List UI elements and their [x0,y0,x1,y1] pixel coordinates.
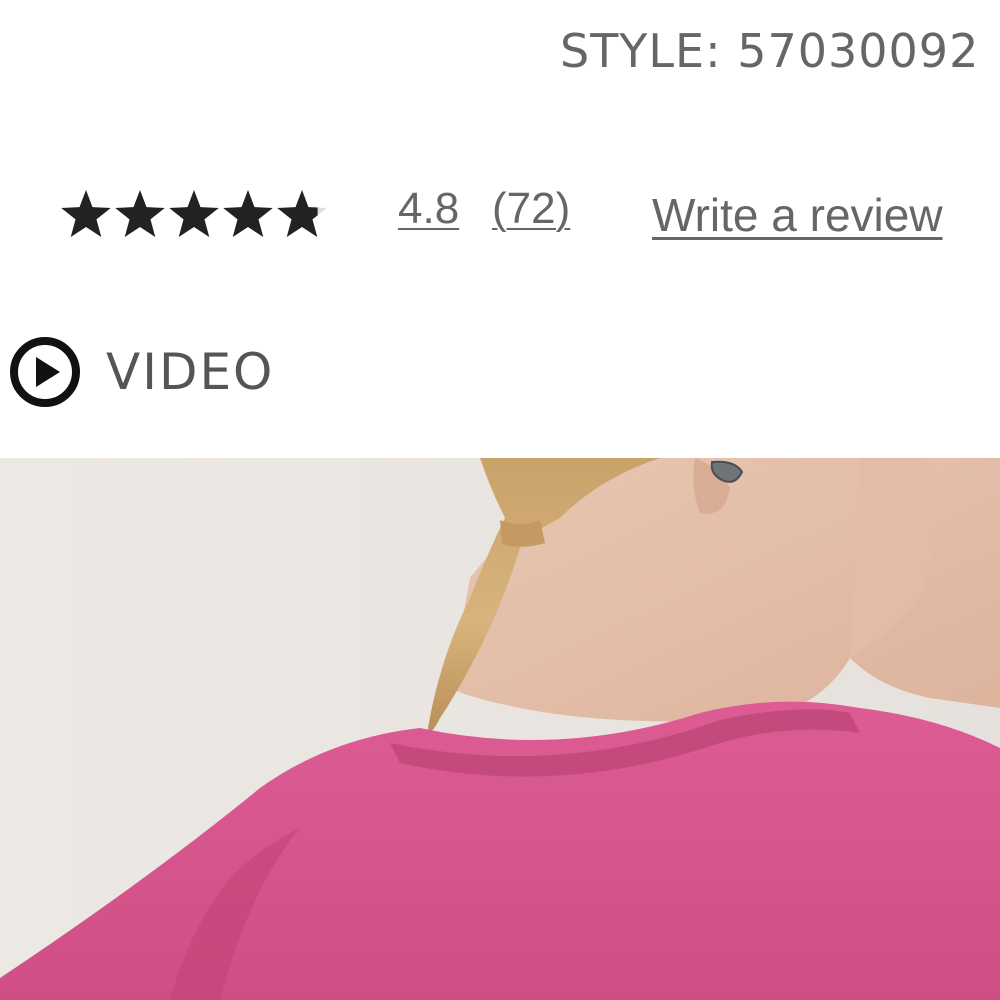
write-review-link[interactable]: Write a review [652,188,943,242]
star-filled-icon [115,190,165,238]
star-filled-icon [61,190,111,238]
style-number: STYLE: 57030092 [560,24,980,78]
star-filled-icon [223,190,273,238]
star-filled-icon [169,190,219,238]
model-wearing-pink-sweater-image [0,458,1000,1000]
rating-value-link[interactable]: 4.8 [398,184,459,234]
video-button[interactable]: VIDEO [8,335,308,411]
video-label: VIDEO [106,343,275,401]
play-circle-icon [10,337,80,407]
star-rating[interactable] [58,186,328,242]
rating-row: 4.8 (72) Write a review [0,180,1000,250]
product-detail-page: STYLE: 57030092 4.8 (72) Write a review … [0,0,1000,1000]
review-count-link[interactable]: (72) [492,184,570,234]
product-photo[interactable] [0,458,1000,1000]
